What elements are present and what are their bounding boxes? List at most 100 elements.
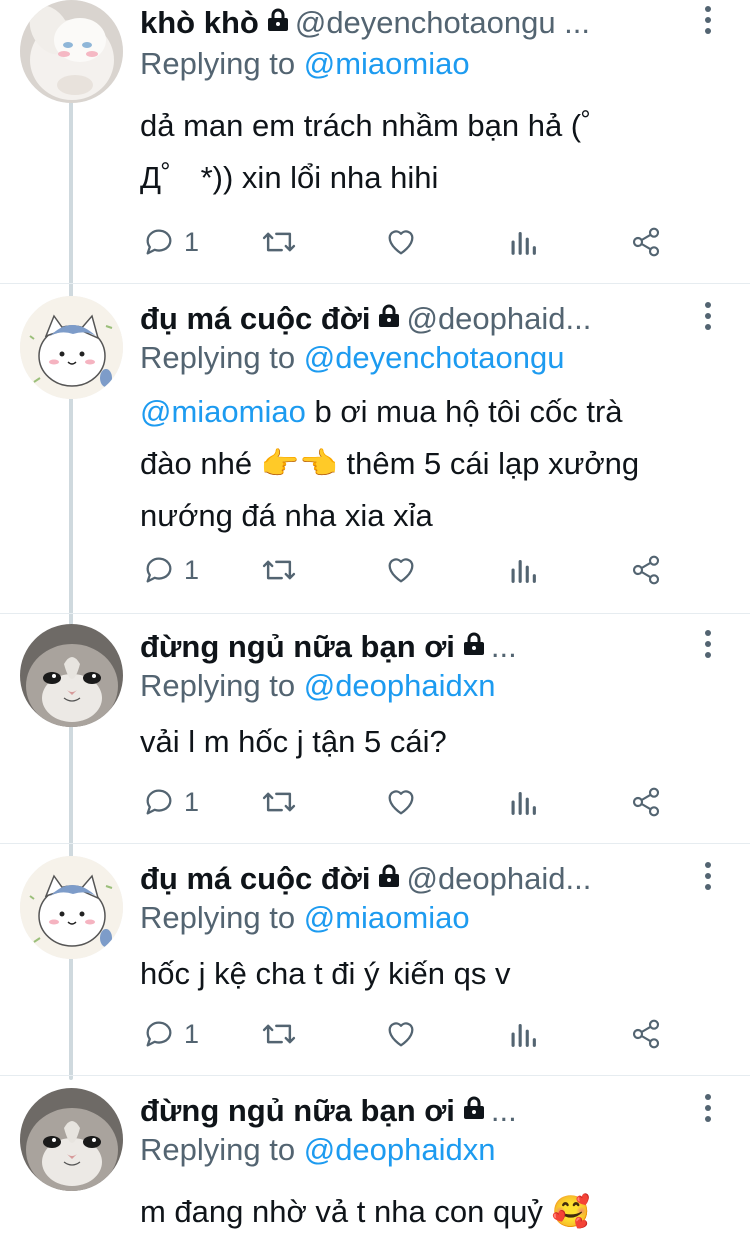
reply-to-mention-link[interactable]: @deyenchotaongu bbox=[304, 340, 565, 375]
tweet-text-span: b ơi mua hộ tôi cốc trà bbox=[305, 394, 623, 429]
reply-button[interactable]: 1 bbox=[142, 782, 199, 822]
share-button[interactable] bbox=[630, 1014, 662, 1054]
more-options-icon[interactable] bbox=[700, 862, 716, 894]
share-button[interactable] bbox=[630, 222, 662, 262]
tweet-header: khò khò @deyenchotaongu ... bbox=[140, 0, 695, 44]
like-button[interactable] bbox=[384, 550, 418, 590]
more-options-icon[interactable] bbox=[700, 6, 716, 38]
reply-count: 1 bbox=[184, 786, 200, 817]
reply-icon bbox=[146, 229, 172, 255]
tweet-header: đừng ngủ nữa bạn ơi... bbox=[140, 1088, 695, 1132]
analytics-button[interactable] bbox=[508, 1014, 538, 1054]
reply-icon bbox=[146, 557, 172, 583]
replying-to-label: Replying to bbox=[140, 900, 296, 935]
retweet-button[interactable] bbox=[260, 550, 298, 590]
analytics-button[interactable] bbox=[508, 550, 538, 590]
tweet[interactable]: đụ má cuộc đời @deophaid... Replying to @… bbox=[0, 296, 750, 614]
retweet-icon bbox=[262, 792, 296, 812]
retweet-icon bbox=[262, 232, 296, 252]
reply-button[interactable]: 1 bbox=[142, 550, 199, 590]
tweet-body: dả man em trách nhầm bạn hả (゜ Д゜ *)) xi… bbox=[140, 100, 720, 204]
lock-icon bbox=[378, 296, 400, 340]
heart-icon bbox=[388, 230, 414, 255]
tweet-divider bbox=[0, 1075, 750, 1076]
replying-to-label: Replying to bbox=[140, 46, 296, 81]
analytics-icon bbox=[511, 231, 536, 255]
reply-to-mention-link[interactable]: @miaomiao bbox=[304, 46, 470, 81]
share-icon bbox=[632, 1019, 660, 1049]
heart-icon bbox=[388, 790, 414, 815]
reply-count: 1 bbox=[184, 1018, 200, 1049]
body-mention-link[interactable]: @miaomiao bbox=[140, 394, 306, 429]
plush-bunny-avatar[interactable] bbox=[20, 0, 123, 103]
tweet[interactable]: khò khò @deyenchotaongu ... Replying to @… bbox=[0, 0, 750, 284]
share-icon bbox=[632, 227, 660, 257]
tweet-divider bbox=[0, 613, 750, 614]
tweet[interactable]: đừng ngủ nữa bạn ơi... Replying to @deop… bbox=[0, 624, 750, 844]
share-button[interactable] bbox=[630, 550, 662, 590]
tweet-actions: 1 bbox=[140, 222, 680, 262]
user-handle[interactable]: ... bbox=[491, 629, 517, 664]
more-options-icon[interactable] bbox=[700, 630, 716, 662]
replying-to-label: Replying to bbox=[140, 668, 296, 703]
display-name[interactable]: khò khò bbox=[140, 5, 259, 40]
display-name[interactable]: đừng ngủ nữa bạn ơi bbox=[140, 629, 455, 664]
reply-count: 1 bbox=[184, 226, 200, 257]
share-icon bbox=[632, 787, 660, 817]
tweet-actions: 1 bbox=[140, 782, 680, 822]
tweet-text-line: m đang nhờ vả t nha con quỷ 🥰 bbox=[140, 1194, 591, 1229]
replying-to: Replying to @deophaidxn bbox=[140, 664, 496, 708]
tweet-header: đụ má cuộc đời @deophaid... bbox=[140, 856, 695, 900]
white-cat-cartoon-avatar[interactable] bbox=[20, 856, 123, 959]
tweet-body: hốc j kệ cha t đi ý kiến qs v bbox=[140, 948, 720, 1000]
heart-icon bbox=[388, 558, 414, 583]
display-name[interactable]: đừng ngủ nữa bạn ơi bbox=[140, 1093, 455, 1128]
retweet-icon bbox=[262, 1024, 296, 1044]
tweet[interactable]: đừng ngủ nữa bạn ơi... Replying to @deop… bbox=[0, 1088, 750, 1254]
tweet-divider bbox=[0, 283, 750, 284]
lock-icon bbox=[378, 856, 400, 900]
heart-icon bbox=[388, 1022, 414, 1047]
like-button[interactable] bbox=[384, 222, 418, 262]
analytics-icon bbox=[511, 791, 536, 815]
display-name[interactable]: đụ má cuộc đời bbox=[140, 301, 370, 336]
user-handle[interactable]: ... bbox=[491, 1093, 517, 1128]
tweet-text-line: @miaomiao b ơi mua hộ tôi cốc trà bbox=[140, 386, 720, 438]
analytics-button[interactable] bbox=[508, 782, 538, 822]
analytics-icon bbox=[511, 559, 536, 583]
more-options-icon[interactable] bbox=[700, 1094, 716, 1126]
user-handle[interactable]: @deyenchotaongu ... bbox=[295, 5, 590, 40]
tweet-text-line: vải l m hốc j tận 5 cái? bbox=[140, 724, 447, 759]
retweet-button[interactable] bbox=[260, 222, 298, 262]
user-handle[interactable]: @deophaid... bbox=[406, 861, 591, 896]
retweet-button[interactable] bbox=[260, 782, 298, 822]
lock-icon bbox=[463, 1088, 485, 1132]
tweet-text-line: dả man em trách nhầm bạn hả (゜ bbox=[140, 108, 613, 143]
tweet-header: đừng ngủ nữa bạn ơi... bbox=[140, 624, 695, 668]
reply-to-mention-link[interactable]: @deophaidxn bbox=[304, 668, 496, 703]
lock-icon bbox=[463, 624, 485, 668]
replying-to-label: Replying to bbox=[140, 1132, 296, 1167]
reply-button[interactable]: 1 bbox=[142, 1014, 199, 1054]
reply-to-mention-link[interactable]: @miaomiao bbox=[304, 900, 470, 935]
share-button[interactable] bbox=[630, 782, 662, 822]
like-button[interactable] bbox=[384, 1014, 418, 1054]
replying-to: Replying to @miaomiao bbox=[140, 42, 470, 86]
reply-button[interactable]: 1 bbox=[142, 222, 199, 262]
retweet-button[interactable] bbox=[260, 1014, 298, 1054]
white-cat-cartoon-avatar[interactable] bbox=[20, 296, 123, 399]
grey-cat-photo-avatar[interactable] bbox=[20, 1088, 123, 1191]
share-icon bbox=[632, 555, 660, 585]
more-options-icon[interactable] bbox=[700, 302, 716, 334]
user-handle[interactable]: @deophaid... bbox=[406, 301, 591, 336]
analytics-button[interactable] bbox=[508, 222, 538, 262]
like-button[interactable] bbox=[384, 782, 418, 822]
tweet-header: đụ má cuộc đời @deophaid... bbox=[140, 296, 695, 340]
tweet[interactable]: đụ má cuộc đời @deophaid... Replying to @… bbox=[0, 856, 750, 1076]
tweet-text-line: hốc j kệ cha t đi ý kiến qs v bbox=[140, 956, 511, 991]
tweet-actions: 1 bbox=[140, 1014, 680, 1054]
grey-cat-photo-avatar[interactable] bbox=[20, 624, 123, 727]
reply-icon bbox=[146, 1021, 172, 1047]
reply-to-mention-link[interactable]: @deophaidxn bbox=[304, 1132, 496, 1167]
display-name[interactable]: đụ má cuộc đời bbox=[140, 861, 370, 896]
